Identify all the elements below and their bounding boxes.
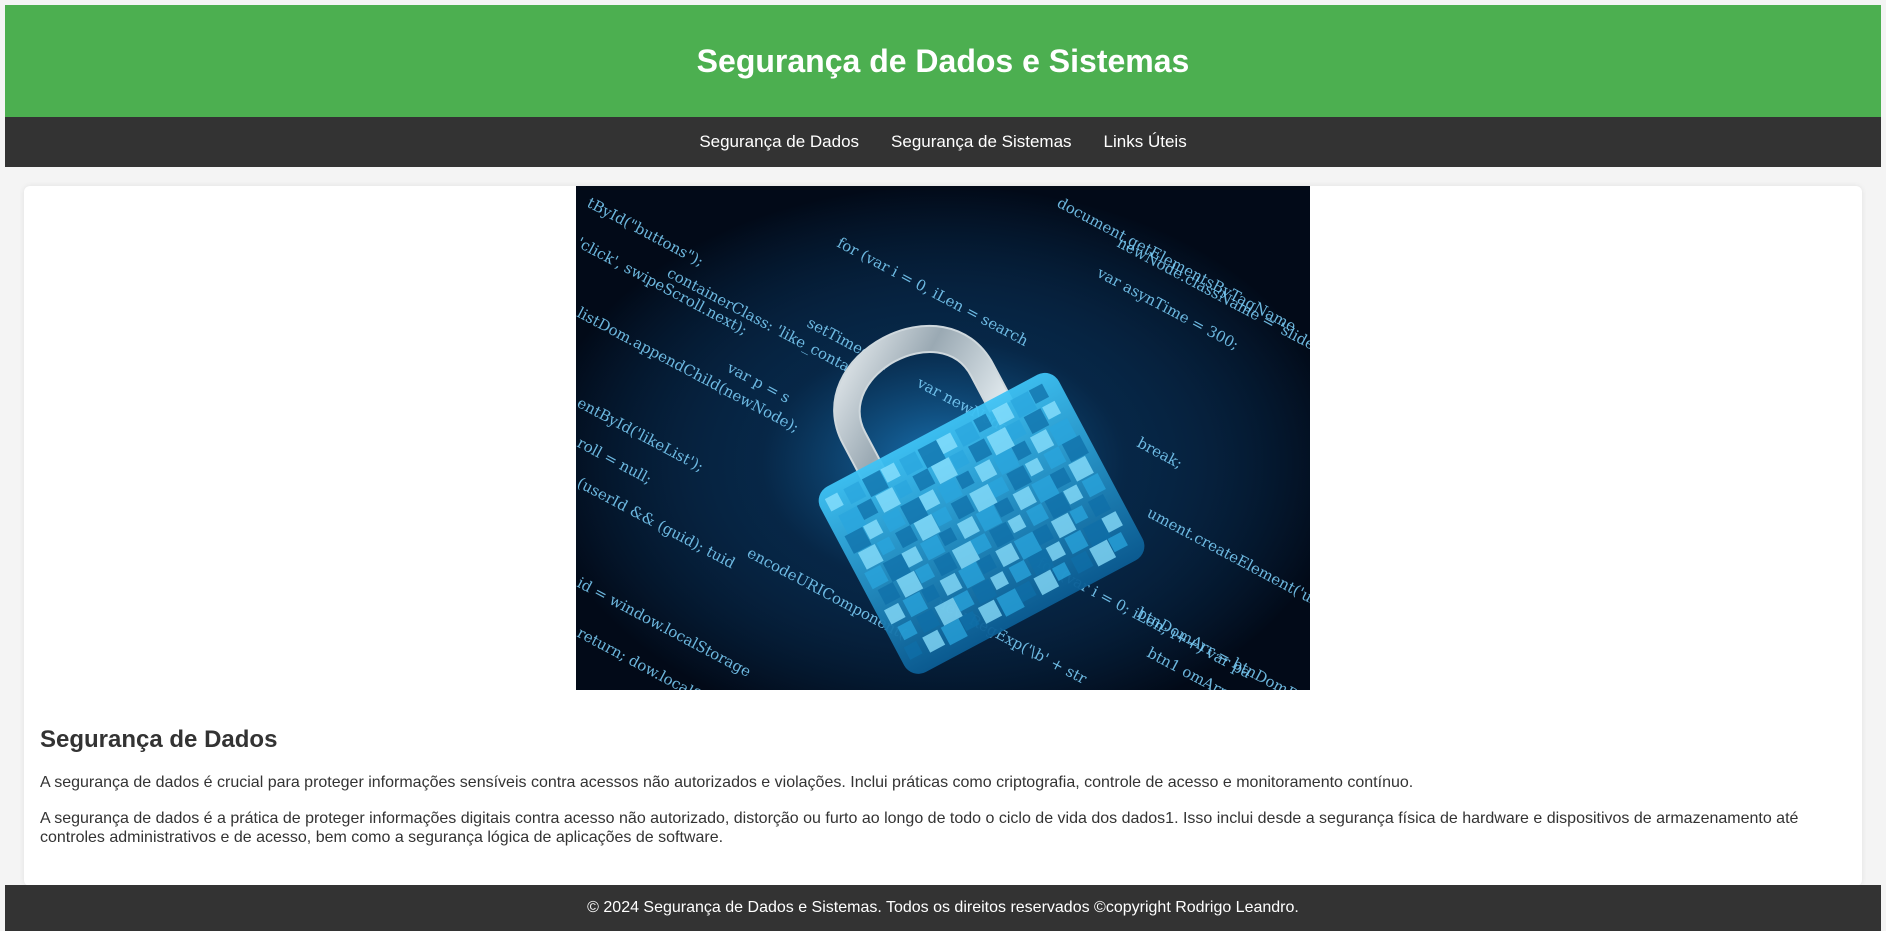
site-footer: © 2024 Segurança de Dados e Sistemas. To… — [5, 885, 1881, 931]
main-nav: Segurança de Dados Segurança de Sistemas… — [5, 117, 1881, 167]
nav-link-links-uteis[interactable]: Links Úteis — [1104, 132, 1187, 152]
padlock-code-illustration: tById("buttons");'click', swipeScroll.ne… — [576, 186, 1310, 690]
site-title: Segurança de Dados e Sistemas — [696, 42, 1190, 79]
site-header: Segurança de Dados e Sistemas — [5, 5, 1881, 117]
nav-link-seguranca-sistemas[interactable]: Segurança de Sistemas — [891, 132, 1072, 152]
page: Segurança de Dados e Sistemas Segurança … — [0, 0, 1886, 931]
paragraph-detail: A segurança de dados é a prática de prot… — [40, 810, 1799, 846]
nav-link-seguranca-dados[interactable]: Segurança de Dados — [699, 132, 859, 152]
footer-copyright: © 2024 Segurança de Dados e Sistemas. To… — [587, 899, 1299, 916]
paragraph-intro: A segurança de dados é crucial para prot… — [40, 774, 1414, 791]
section-title: Segurança de Dados — [40, 726, 278, 753]
content-card: tById("buttons");'click', swipeScroll.ne… — [24, 186, 1862, 886]
hero-image: tById("buttons");'click', swipeScroll.ne… — [576, 186, 1310, 690]
